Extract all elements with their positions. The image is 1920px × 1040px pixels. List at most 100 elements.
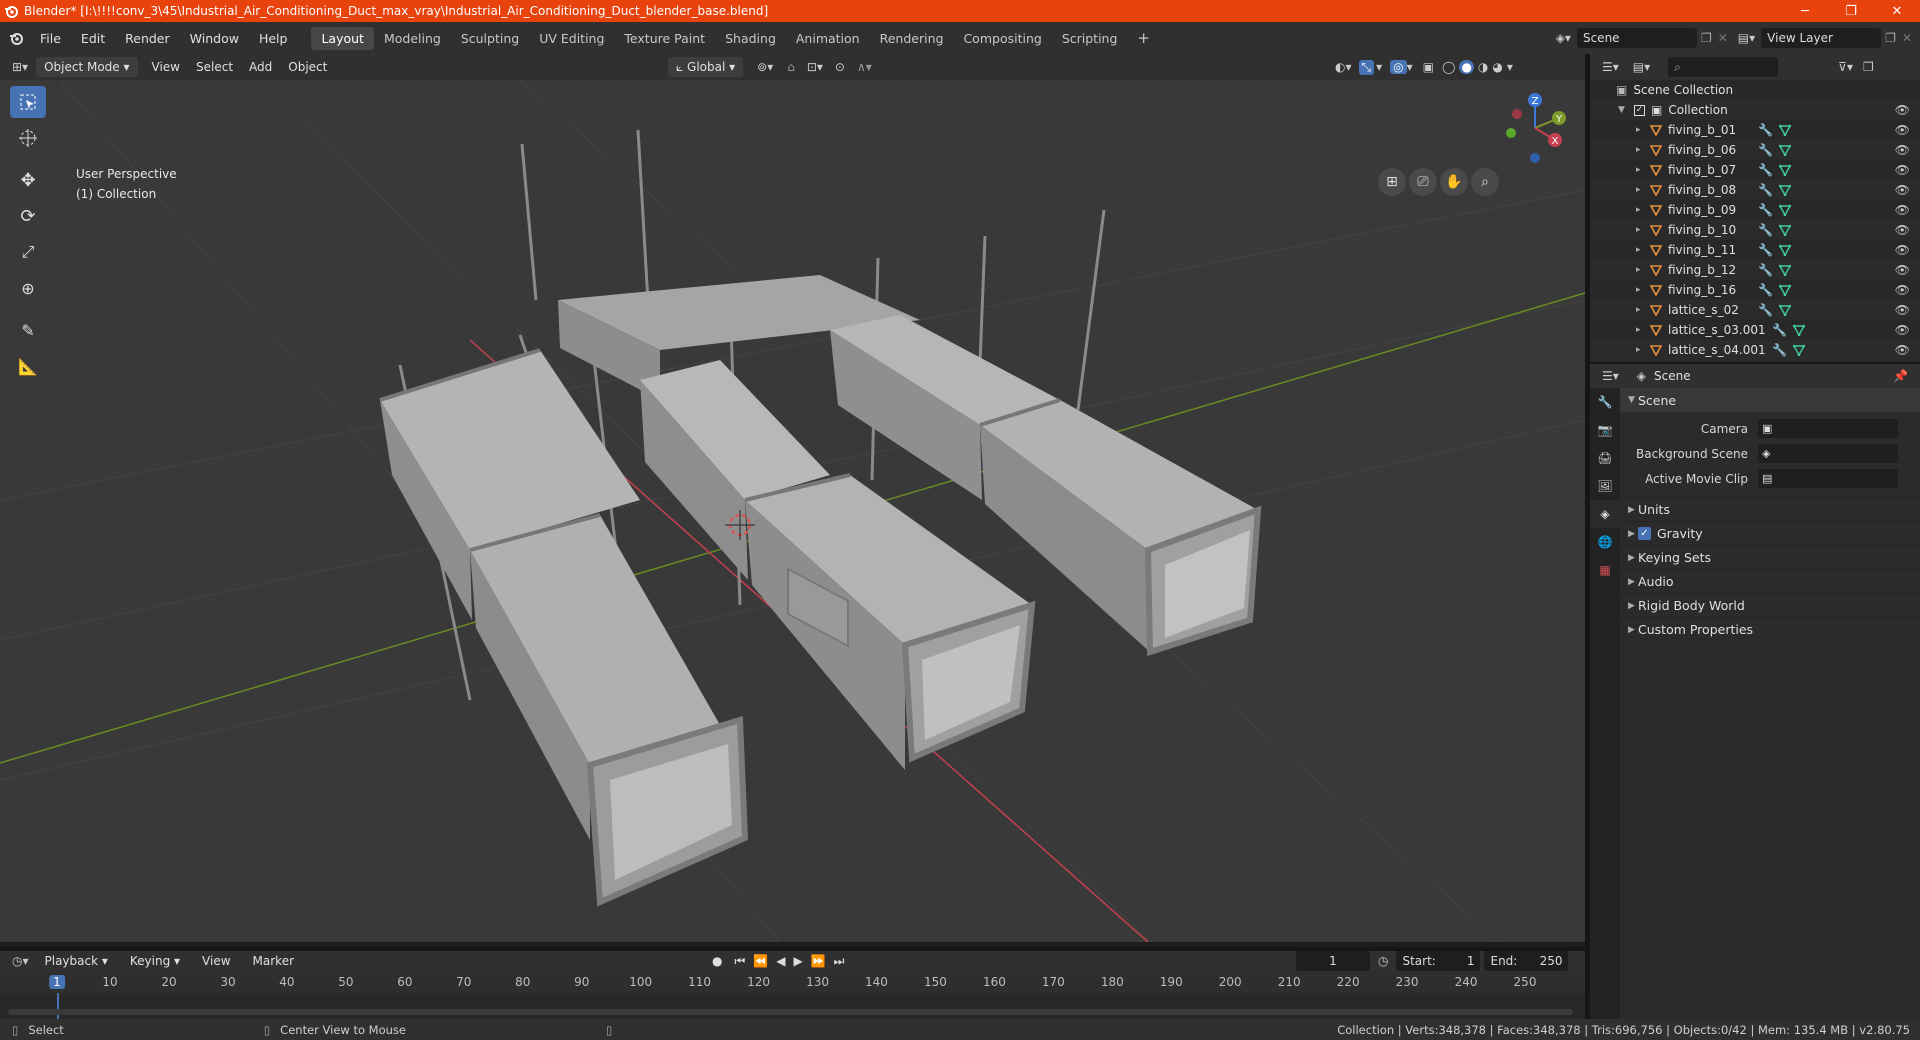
playback-menu[interactable]: Playback ▾ [37, 951, 116, 971]
outliner-object-row[interactable]: ▸ fiving_b_01 🔧 👁 [1590, 120, 1920, 140]
audio-panel[interactable]: ▶ Audio [1620, 569, 1920, 593]
shading-menu-icon[interactable]: ▾ [1507, 60, 1513, 74]
scene-tab-icon[interactable]: ◈ [1590, 500, 1620, 528]
annotate-tool[interactable]: ✎ [10, 314, 46, 346]
frame-ruler[interactable]: 1 10 20 30 40 50 60 70 80 90 100 110 120 130 140 150 160… [0, 971, 1585, 993]
eye-icon[interactable]: 👁 [1895, 123, 1910, 137]
timeline-view-menu[interactable]: View [194, 951, 238, 971]
falloff-icon[interactable]: ∧▾ [857, 60, 872, 74]
world-tab-icon[interactable]: 🌐 [1590, 528, 1620, 556]
gravity-panel[interactable]: ▶ ✓ Gravity [1620, 521, 1920, 545]
eye-icon[interactable]: 👁 [1895, 163, 1910, 177]
new-view-layer-icon[interactable]: ❐ [1885, 31, 1896, 45]
outliner-object-row[interactable]: ▸ fiving_b_10 🔧 👁 [1590, 220, 1920, 240]
proportional-edit-icon[interactable]: ⊙ [835, 60, 845, 74]
camera-view-icon[interactable]: ⎚ [1409, 168, 1437, 196]
modifier-icon[interactable]: 🔧 [1772, 343, 1787, 357]
mesh-data-icon[interactable] [1778, 204, 1791, 216]
mesh-data-icon[interactable] [1778, 224, 1791, 236]
3d-viewport[interactable]: User Perspective (1) Collection Z Y X ⊞ … [0, 80, 1585, 942]
outliner-object-row[interactable]: ▸ fiving_b_16 🔧 👁 [1590, 280, 1920, 300]
outliner-object-row[interactable]: ▸ lattice_s_04.001 🔧 👁 [1590, 340, 1920, 360]
tab-animation[interactable]: Animation [786, 27, 870, 50]
delete-view-layer-icon[interactable]: ✕ [1902, 31, 1912, 45]
delete-scene-icon[interactable]: ✕ [1718, 31, 1728, 45]
select-box-tool[interactable] [10, 86, 46, 118]
editor-type-icon[interactable]: ⊞▾ [12, 60, 28, 74]
modifier-icon[interactable]: 🔧 [1758, 183, 1773, 197]
modifier-icon[interactable]: 🔧 [1758, 283, 1773, 297]
eye-icon[interactable]: 👁 [1895, 223, 1910, 237]
orientation-selector[interactable]: ⟀ Global ▾ [668, 57, 744, 77]
expand-icon[interactable]: ▼ [1618, 105, 1628, 115]
expand-icon[interactable]: ▸ [1636, 165, 1646, 175]
output-tab-icon[interactable]: 🖨 [1590, 444, 1620, 472]
scale-tool[interactable]: ⤢ [10, 236, 46, 268]
menu-edit[interactable]: Edit [71, 31, 115, 46]
maximize-button[interactable]: ❐ [1828, 0, 1874, 22]
tool-tab-icon[interactable]: 🔧 [1590, 388, 1620, 416]
gravity-checkbox[interactable]: ✓ [1638, 527, 1651, 540]
visibility-icon[interactable]: ◐▾ [1335, 60, 1352, 74]
tab-sculpting[interactable]: Sculpting [451, 27, 529, 50]
solid-shading-icon[interactable]: ● [1459, 60, 1474, 74]
tab-compositing[interactable]: Compositing [953, 27, 1051, 50]
overlay-toggle-icon[interactable]: ◎ [1390, 60, 1407, 74]
gizmo-menu-icon[interactable]: ▾ [1376, 60, 1382, 74]
timeline-scrollbar[interactable] [8, 1009, 1573, 1015]
eye-icon[interactable]: 👁 [1895, 203, 1910, 217]
rotate-tool[interactable]: ⟳ [10, 200, 46, 232]
outliner-object-row[interactable]: ▸ fiving_b_11 🔧 👁 [1590, 240, 1920, 260]
rendered-shading-icon[interactable]: ◕ [1492, 60, 1502, 74]
play-icon[interactable]: ▶ [793, 954, 802, 968]
end-frame-field[interactable]: End: 250 [1484, 951, 1569, 971]
mesh-data-icon[interactable] [1792, 344, 1805, 356]
expand-icon[interactable]: ▸ [1636, 245, 1646, 255]
view-layer-tab-icon[interactable]: 🖼 [1590, 472, 1620, 500]
modifier-icon[interactable]: 🔧 [1758, 223, 1773, 237]
modifier-icon[interactable]: 🔧 [1772, 323, 1787, 337]
cursor-tool[interactable] [10, 122, 46, 154]
new-collection-icon[interactable]: ❐ [1863, 60, 1874, 74]
rigid-body-world-panel[interactable]: ▶ Rigid Body World [1620, 593, 1920, 617]
display-mode-icon[interactable]: ▤▾ [1633, 60, 1650, 74]
modifier-icon[interactable]: 🔧 [1758, 163, 1773, 177]
mesh-data-icon[interactable] [1792, 324, 1805, 336]
expand-icon[interactable]: ▸ [1636, 185, 1646, 195]
eye-icon[interactable]: 👁 [1895, 343, 1910, 357]
preview-range-icon[interactable]: ◷ [1378, 954, 1388, 968]
new-scene-icon[interactable]: ❐ [1701, 31, 1712, 45]
outliner-collection[interactable]: ▼ ✓ ▣ Collection 👁 [1590, 100, 1920, 120]
active-movie-clip-field[interactable]: ▤ [1758, 469, 1898, 488]
prev-keyframe-icon[interactable]: ⏪ [753, 954, 768, 968]
menu-render[interactable]: Render [115, 31, 180, 46]
zoom-view-icon[interactable]: ⌕ [1471, 168, 1499, 196]
scene-icon[interactable]: ◈▾ [1556, 31, 1571, 45]
units-panel[interactable]: ▶ Units [1620, 497, 1920, 521]
current-frame-field[interactable]: 1 [1296, 951, 1370, 971]
jump-start-icon[interactable]: ⏮ [734, 954, 745, 969]
outliner-object-row[interactable]: ▸ fiving_b_06 🔧 👁 [1590, 140, 1920, 160]
custom-properties-panel[interactable]: ▶ Custom Properties [1620, 617, 1920, 641]
mesh-data-icon[interactable] [1778, 164, 1791, 176]
scene-selector[interactable]: Scene [1576, 28, 1697, 48]
close-button[interactable]: ✕ [1874, 0, 1920, 22]
outliner-object-row[interactable]: ▸ fiving_b_07 🔧 👁 [1590, 160, 1920, 180]
menu-file[interactable]: File [30, 31, 71, 46]
tab-scripting[interactable]: Scripting [1052, 27, 1128, 50]
expand-icon[interactable]: ▸ [1636, 125, 1646, 135]
jump-end-icon[interactable]: ⏭ [834, 954, 845, 969]
mesh-data-icon[interactable] [1778, 284, 1791, 296]
move-tool[interactable]: ✥ [10, 164, 46, 196]
marker-menu[interactable]: Marker [245, 951, 302, 971]
eye-icon[interactable]: 👁 [1895, 263, 1910, 277]
blender-menu-icon[interactable] [8, 30, 24, 49]
add-workspace-icon[interactable]: + [1127, 25, 1160, 51]
timeline-editor-icon[interactable]: ◷▾ [12, 954, 29, 968]
pin-icon[interactable]: 📌 [1893, 369, 1908, 383]
playhead[interactable] [57, 993, 59, 1019]
menu-add[interactable]: Add [241, 60, 280, 74]
outliner-object-row[interactable]: ▸ fiving_b_09 🔧 👁 [1590, 200, 1920, 220]
properties-editor-icon[interactable]: ☰▾ [1602, 369, 1619, 383]
background-scene-field[interactable]: ◈ [1758, 444, 1898, 463]
